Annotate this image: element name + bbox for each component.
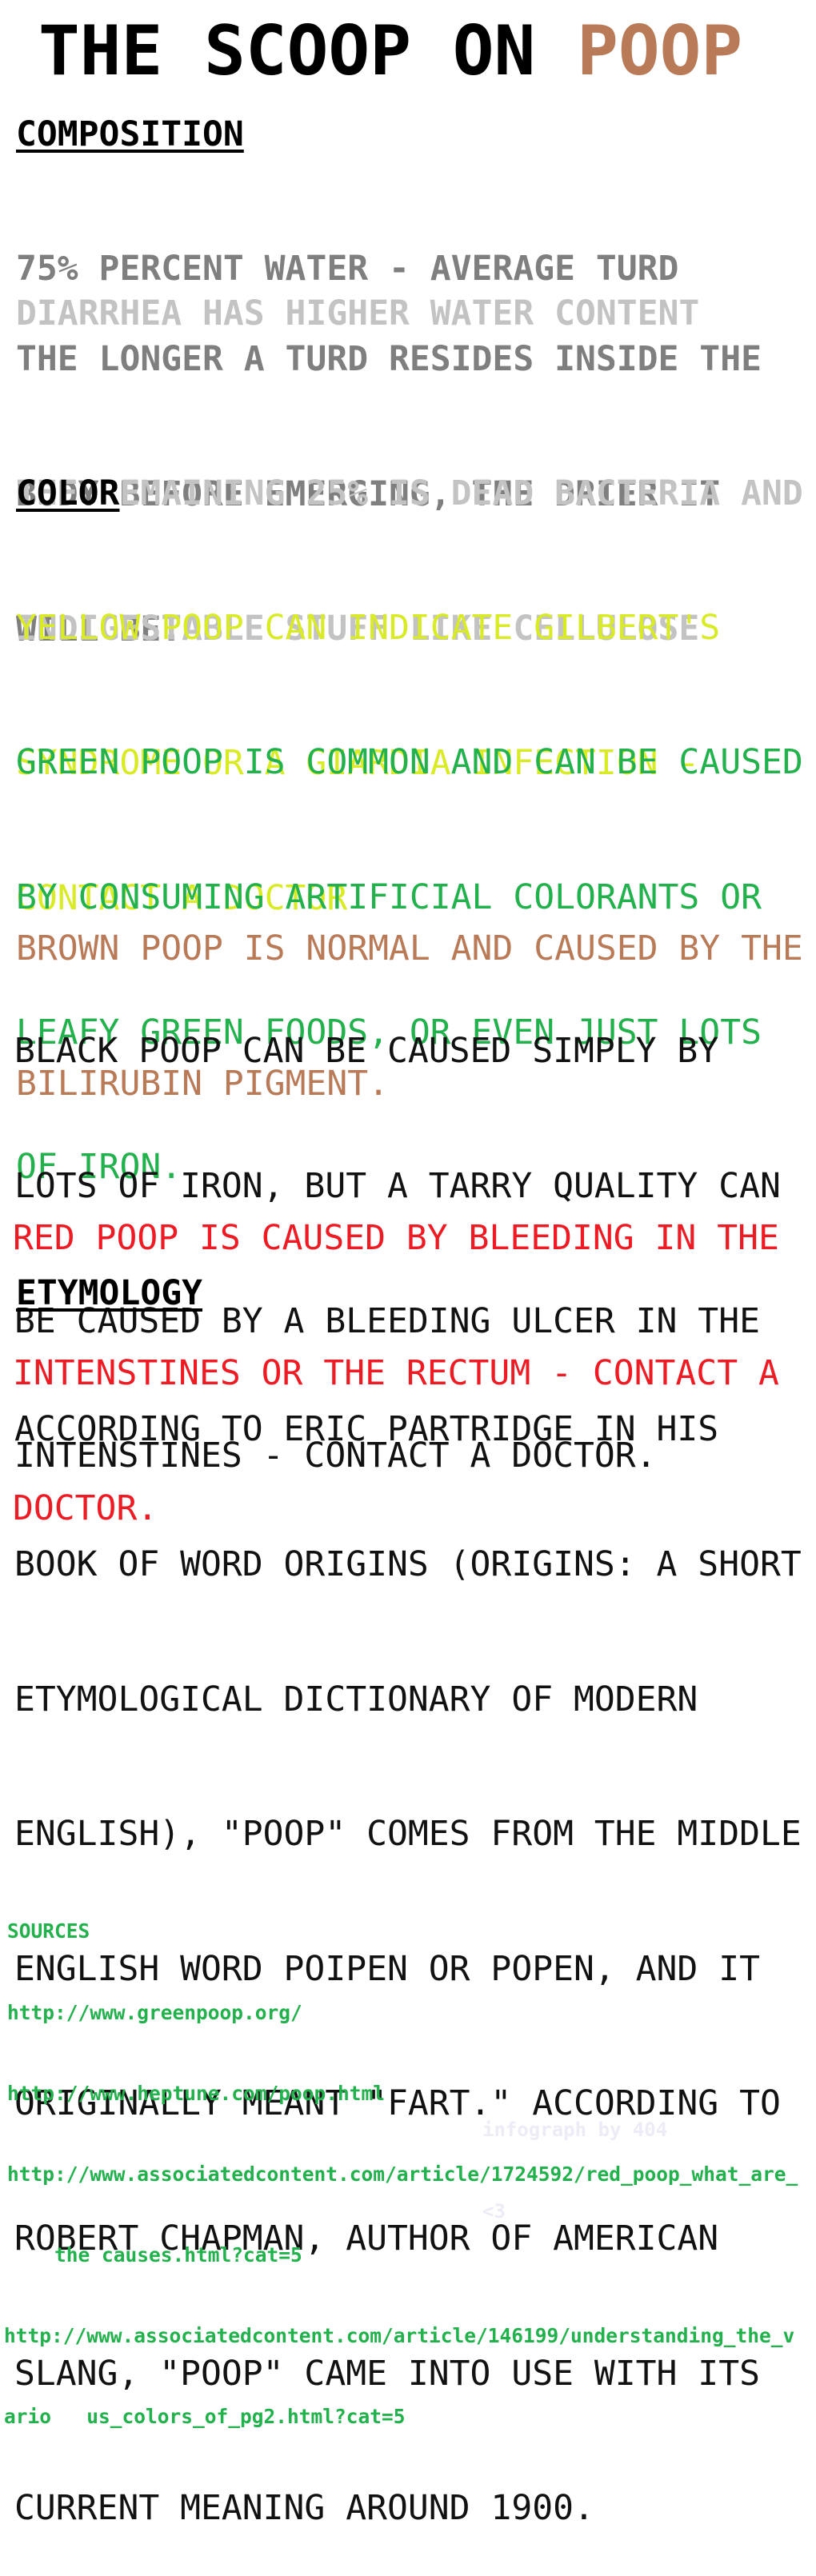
text-line: THE LONGER A TURD RESIDES INSIDE THE [16,339,762,380]
source-link-continued: the causes.html?cat=5 [7,2243,302,2266]
text-line: ETYMOLOGICAL DICTIONARY OF MODERN [14,1679,698,1719]
composition-heading: COMPOSITION [16,114,244,154]
source-link: http://www.heptune.com/poop.html [7,2081,386,2105]
text-line: GREEN POOP IS COMMON AND CAN BE CAUSED [16,742,803,783]
credit-line: infograph by 404 [482,2119,668,2141]
title-text: THE SCOOP ON [38,11,578,91]
color-heading: COLOR [16,473,120,513]
source-link: http://www.associatedcontent.com/article… [4,2323,795,2347]
source-link: http://www.greenpoop.org/ [7,2000,302,2024]
sources-section: SOURCES http://www.greenpoop.org/ http:/… [4,1864,798,2457]
text-line: BLACK POOP CAN BE CAUSED SIMPLY BY [14,1031,719,1072]
text-line: ENGLISH), "POOP" COMES FROM THE MIDDLE [14,1814,802,1855]
page-title: THE SCOOP ON POOP [38,11,742,91]
text-line: YELLOW POOP CAN INDICATE GILBERT'S [16,608,721,649]
credit: infograph by 404 <3 [482,2062,667,2252]
text-line: BOOK OF WORD ORIGINS (ORIGINS: A SHORT [14,1544,802,1585]
text-line: RED POOP IS CAUSED BY BLEEDING IN THE [13,1218,779,1259]
source-link-continued: ario us_colors_of_pg2.html?cat=5 [4,2405,406,2429]
credit-heart: <3 [482,2200,506,2223]
text-line: CURRENT MEANING AROUND 1900. [14,2488,594,2529]
sources-heading: SOURCES [7,1919,90,1943]
source-link: http://www.associatedcontent.com/article… [7,2162,798,2186]
etymology-heading: ETYMOLOGY [16,1273,202,1313]
text-line: ACCORDING TO ERIC PARTRIDGE IN HIS [14,1409,719,1450]
title-poop-word: POOP [577,11,743,91]
text-line: THE REMAINING 25% IS DEAD BACTERIA AND [16,473,803,514]
